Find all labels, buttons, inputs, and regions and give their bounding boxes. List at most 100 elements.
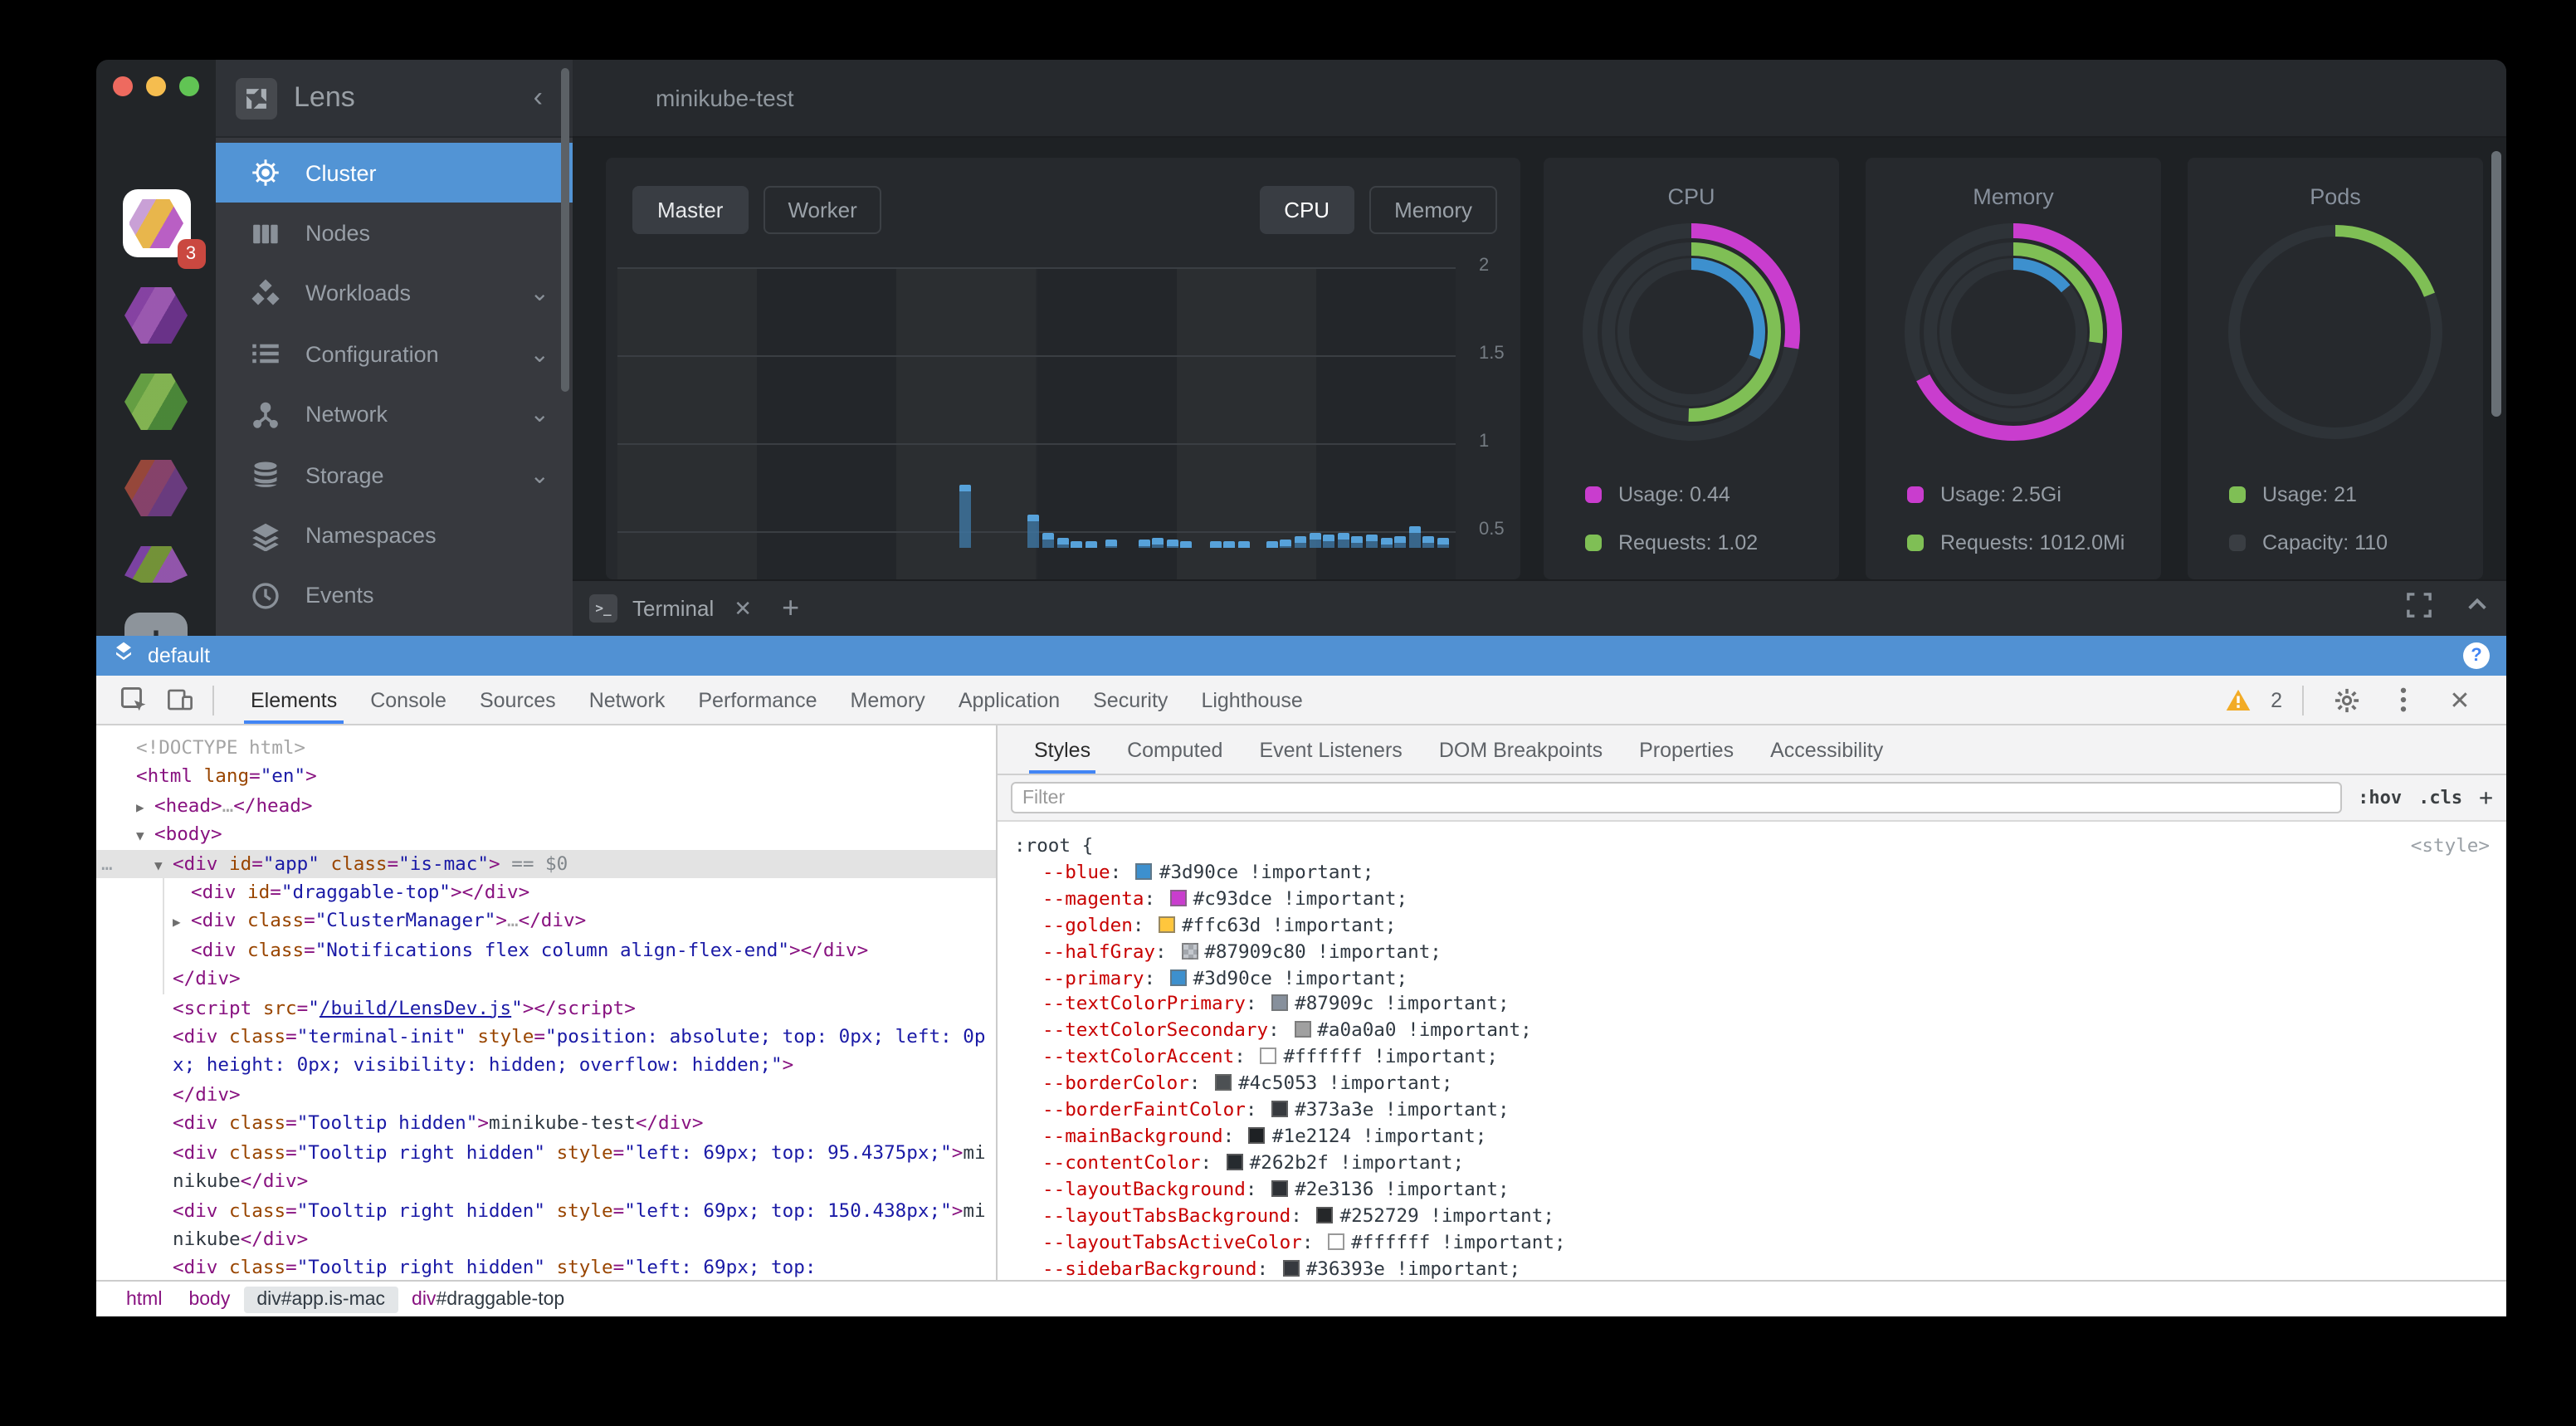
terminal-add-icon[interactable]: + (782, 591, 799, 626)
collapsed-arrow-icon[interactable]: ▶ (136, 794, 144, 823)
css-property-row[interactable]: --textColorAccent: #ffffff !important; (1014, 1045, 2493, 1072)
zoom-window-button[interactable] (179, 76, 199, 96)
styles-tab-computed[interactable]: Computed (1109, 725, 1241, 774)
color-swatch[interactable] (1215, 1074, 1232, 1091)
css-property-row[interactable]: --golden: #ffc63d !important; (1014, 912, 2493, 939)
help-icon[interactable]: ? (2463, 642, 2490, 669)
tab-sources[interactable]: Sources (463, 676, 573, 724)
cluster-item[interactable] (124, 287, 188, 344)
color-swatch[interactable] (1249, 1127, 1266, 1144)
color-swatch[interactable] (1271, 1101, 1288, 1117)
collapsed-arrow-icon[interactable]: ▶ (173, 909, 181, 938)
styles-tab-properties[interactable]: Properties (1621, 725, 1752, 774)
color-swatch[interactable] (1283, 1259, 1300, 1276)
dom-tree-row[interactable]: ▶<head>…</head> (96, 792, 996, 821)
color-swatch[interactable] (1170, 890, 1187, 906)
sidebar-collapse-icon[interactable]: ‹ (524, 81, 553, 115)
color-swatch[interactable] (1260, 1048, 1276, 1065)
css-property-row[interactable]: --sidebarBackground: #36393e !important; (1014, 1256, 2493, 1280)
dom-tree-row[interactable]: <div class="Notifications flex column al… (96, 936, 996, 965)
cluster-item-active[interactable]: 3 (122, 189, 190, 257)
minimize-window-button[interactable] (146, 76, 166, 96)
terminal-tab[interactable]: Terminal (632, 596, 714, 621)
metric-memory-tab[interactable]: Memory (1369, 186, 1497, 234)
color-swatch[interactable] (1159, 916, 1175, 932)
color-swatch[interactable] (1227, 1154, 1243, 1170)
css-property-row[interactable]: --contentColor: #262b2f !important; (1014, 1150, 2493, 1177)
content-scrollbar[interactable] (2491, 151, 2501, 417)
dom-tree-row[interactable]: <div class="Tooltip right hidden" style=… (96, 1138, 996, 1196)
tab-elements[interactable]: Elements (234, 676, 354, 724)
sidebar-item-configuration[interactable]: Configuration⌄ (216, 324, 573, 384)
css-property-row[interactable]: --halfGray: #87909c80 !important; (1014, 939, 2493, 965)
dom-tree-row[interactable]: </div> (96, 1081, 996, 1110)
cluster-item[interactable] (124, 546, 188, 583)
sidebar-item-storage[interactable]: Storage⌄ (216, 445, 573, 505)
toggle-hover-state-button[interactable]: :hov (2358, 787, 2402, 808)
row-gutter-menu[interactable]: … (101, 849, 115, 878)
expanded-arrow-icon[interactable]: ▼ (136, 822, 144, 851)
sidebar-item-workloads[interactable]: Workloads⌄ (216, 264, 573, 325)
sidebar-item-cluster[interactable]: Cluster (216, 143, 573, 203)
color-swatch[interactable] (1294, 1022, 1310, 1038)
tab-security[interactable]: Security (1076, 676, 1184, 724)
tab-lighthouse[interactable]: Lighthouse (1184, 676, 1319, 724)
settings-gear-icon[interactable] (2330, 683, 2364, 716)
dom-tree-row[interactable]: <div class="Tooltip hidden">minikube-tes… (96, 1110, 996, 1139)
tab-performance[interactable]: Performance (681, 676, 833, 724)
css-property-row[interactable]: --borderColor: #4c5053 !important; (1014, 1071, 2493, 1097)
terminal-fullscreen-icon[interactable] (2407, 592, 2432, 625)
css-property-row[interactable]: --layoutTabsBackground: #252729 !importa… (1014, 1203, 2493, 1229)
style-source-link[interactable]: <style> (2411, 833, 2490, 860)
dom-tree-row[interactable]: </div> (96, 965, 996, 994)
sidebar-item-events[interactable]: Events (216, 565, 573, 626)
node-master-tab[interactable]: Master (632, 186, 748, 234)
metric-cpu-tab[interactable]: CPU (1259, 186, 1354, 234)
styles-filter-input[interactable] (1011, 782, 2341, 813)
tab-application[interactable]: Application (942, 676, 1076, 724)
device-toolbar-icon[interactable] (163, 683, 196, 716)
dom-tree-row[interactable]: <html lang="en"> (96, 763, 996, 792)
css-property-row[interactable]: --textColorSecondary: #a0a0a0 !important… (1014, 1018, 2493, 1045)
color-swatch[interactable] (1317, 1206, 1334, 1223)
sidebar-scrollbar[interactable] (561, 68, 569, 392)
css-property-row[interactable]: --textColorPrimary: #87909c !important; (1014, 992, 2493, 1018)
color-swatch[interactable] (1136, 863, 1153, 880)
css-property-row[interactable]: --blue: #3d90ce !important; (1014, 860, 2493, 886)
breadcrumb-item[interactable]: div#app.is-mac (243, 1286, 398, 1312)
color-swatch[interactable] (1328, 1233, 1344, 1249)
kebab-menu-icon[interactable] (2387, 683, 2420, 716)
dom-tree-row[interactable]: <script src="/build/LensDev.js"></script… (96, 994, 996, 1023)
breadcrumb-item[interactable]: body (175, 1286, 243, 1312)
css-property-row[interactable]: --primary: #3d90ce !important; (1014, 965, 2493, 992)
terminal-close-icon[interactable]: ✕ (734, 595, 752, 622)
devtools-close-icon[interactable]: ✕ (2443, 683, 2476, 716)
color-swatch[interactable] (1170, 969, 1187, 985)
tab-console[interactable]: Console (354, 676, 463, 724)
breadcrumb-item[interactable]: html (113, 1286, 175, 1312)
expanded-arrow-icon[interactable]: ▼ (154, 851, 163, 880)
dom-tree-row[interactable]: …▼<div id="app" class="is-mac"> == $0 (96, 849, 996, 878)
dom-tree-row[interactable]: <div class="Tooltip right hidden" style=… (96, 1196, 996, 1254)
color-swatch[interactable] (1271, 995, 1288, 1012)
styles-tab-accessibility[interactable]: Accessibility (1752, 725, 1901, 774)
close-window-button[interactable] (113, 76, 133, 96)
breadcrumb-item[interactable]: div#draggable-top (398, 1286, 578, 1312)
new-style-rule-button[interactable]: + (2479, 784, 2493, 811)
dom-tree-row[interactable]: <div id="draggable-top"></div> (96, 878, 996, 907)
tab-memory[interactable]: Memory (834, 676, 942, 724)
toggle-class-button[interactable]: .cls (2418, 787, 2462, 808)
dom-tree-row[interactable]: <!DOCTYPE html> (96, 734, 996, 763)
tab-network[interactable]: Network (573, 676, 682, 724)
terminal-collapse-icon[interactable] (2465, 592, 2490, 625)
warning-icon[interactable] (2226, 683, 2251, 716)
sidebar-item-network[interactable]: Network⌄ (216, 384, 573, 445)
inspect-element-icon[interactable] (116, 683, 149, 716)
css-property-row[interactable]: --mainBackground: #1e2124 !important; (1014, 1124, 2493, 1150)
styles-tab-dom-breakpoints[interactable]: DOM Breakpoints (1421, 725, 1621, 774)
dom-tree-row[interactable]: ▶<div class="ClusterManager">…</div> (96, 907, 996, 936)
css-property-row[interactable]: --layoutTabsActiveColor: #ffffff !import… (1014, 1229, 2493, 1256)
node-worker-tab[interactable]: Worker (763, 186, 881, 234)
css-property-row[interactable]: --layoutBackground: #2e3136 !important; (1014, 1177, 2493, 1204)
css-property-row[interactable]: --borderFaintColor: #373a3e !important; (1014, 1097, 2493, 1124)
